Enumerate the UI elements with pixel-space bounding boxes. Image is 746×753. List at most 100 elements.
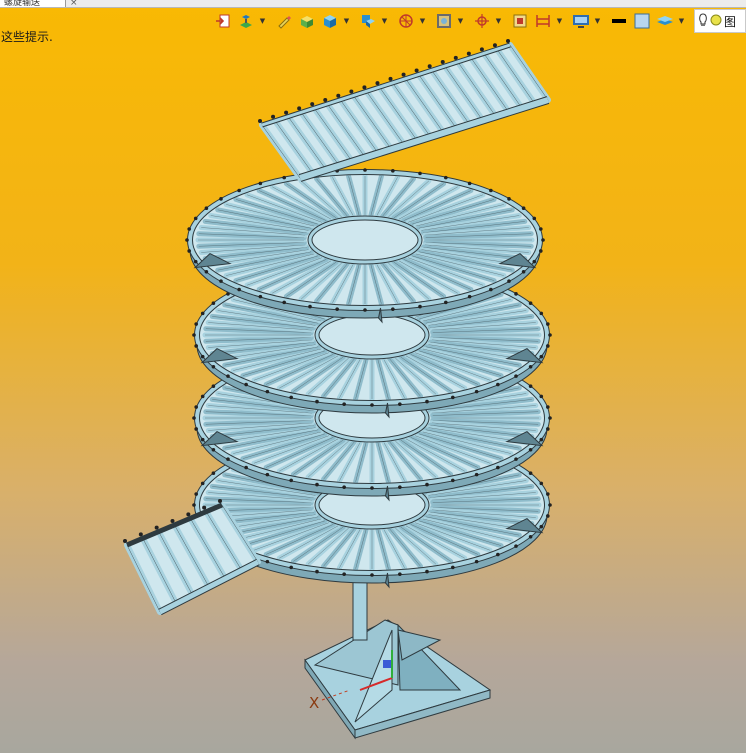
bolt <box>474 389 479 394</box>
tab-close-icon[interactable]: × <box>70 0 78 8</box>
bolt <box>336 93 341 98</box>
bolt <box>528 534 533 539</box>
axis-x-label: X <box>309 694 319 712</box>
cube-icon[interactable] <box>319 10 341 32</box>
bolt <box>289 565 293 570</box>
bolt <box>265 559 270 564</box>
bolt <box>444 300 448 305</box>
chevron-down-icon[interactable]: ▼ <box>494 10 503 32</box>
dimension-icon[interactable] <box>532 10 554 32</box>
layer-icon[interactable] <box>654 10 676 32</box>
lightbulb-icon <box>698 12 710 30</box>
bolt <box>282 175 286 180</box>
bolt <box>194 322 198 326</box>
chevron-down-icon[interactable]: ▼ <box>677 10 686 32</box>
crosshair-icon[interactable] <box>471 10 493 32</box>
bolt <box>200 311 205 316</box>
bolt <box>546 322 550 326</box>
bolt <box>370 573 374 577</box>
bolt <box>170 519 175 523</box>
bolt <box>211 384 216 389</box>
bolt <box>427 64 432 69</box>
export-icon[interactable] <box>212 10 234 32</box>
bolt <box>200 354 205 359</box>
display-icon[interactable] <box>570 10 592 32</box>
bolt <box>211 471 216 476</box>
layer-tool-icon[interactable] <box>235 10 257 32</box>
bolt <box>391 169 395 173</box>
pencil-icon[interactable] <box>273 10 295 32</box>
bolt <box>308 304 312 309</box>
bolt <box>226 457 230 461</box>
bolt <box>539 354 544 359</box>
render-mode-label: 图 <box>724 14 737 29</box>
bolt <box>528 301 533 306</box>
bolt <box>323 97 328 102</box>
chevron-down-icon[interactable]: ▼ <box>342 10 351 32</box>
select-icon[interactable] <box>509 10 531 32</box>
chevron-down-icon[interactable]: ▼ <box>418 10 427 32</box>
bolt <box>237 287 241 292</box>
bolt <box>289 478 293 483</box>
bolt <box>514 544 518 548</box>
bolt <box>548 503 552 507</box>
bolt <box>521 206 526 211</box>
bolt <box>440 60 445 65</box>
bolt <box>315 399 319 404</box>
bolt <box>398 402 402 406</box>
bolt <box>451 478 455 483</box>
bolt <box>546 514 550 518</box>
chevron-down-icon[interactable]: ▼ <box>258 10 267 32</box>
document-tab[interactable]: 螺旋输送 <box>0 0 66 7</box>
bolt <box>211 364 216 369</box>
bolt <box>388 76 393 81</box>
bolt <box>444 175 448 180</box>
box-icon[interactable] <box>296 10 318 32</box>
spiral-conveyor-model[interactable]: X <box>0 0 746 753</box>
bolt <box>194 405 198 409</box>
face-color-icon[interactable] <box>631 10 653 32</box>
bolt <box>219 197 223 201</box>
bolt <box>370 486 374 490</box>
bolt <box>315 482 319 487</box>
frame-icon[interactable] <box>433 10 455 32</box>
chevron-down-icon[interactable]: ▼ <box>555 10 564 32</box>
3d-viewport[interactable]: X 螺旋输送 × 这些提示. ▼ ▼ ▼ ▼ ▼ ▼ ▼ ▼ ▼ 图 <box>0 0 746 753</box>
bolt <box>193 259 198 264</box>
bolt <box>539 524 544 529</box>
bolt <box>489 188 493 193</box>
bolt <box>271 114 276 119</box>
chevron-down-icon[interactable]: ▼ <box>593 10 602 32</box>
bolt <box>425 569 429 574</box>
bolt <box>496 382 500 387</box>
line-color-icon[interactable] <box>608 10 630 32</box>
bolt <box>479 47 484 52</box>
bolt <box>539 311 544 316</box>
bolt <box>342 485 346 489</box>
bolt <box>528 471 533 476</box>
chevron-down-icon[interactable]: ▼ <box>456 10 465 32</box>
bolt <box>244 382 248 387</box>
bolt <box>467 294 472 299</box>
render-mode-selector[interactable]: 图 <box>694 9 746 33</box>
bolt <box>528 447 533 452</box>
bolt <box>289 395 293 400</box>
bolt <box>548 416 552 420</box>
viewport-hint: 这些提示. <box>1 30 53 44</box>
bolt <box>532 216 537 221</box>
bolt <box>398 485 402 489</box>
bolt <box>186 512 191 517</box>
bolt <box>507 279 511 283</box>
chevron-down-icon[interactable]: ▼ <box>380 10 389 32</box>
bolt <box>138 532 143 537</box>
document-tabstrip: 螺旋输送 × <box>0 0 746 8</box>
bolt <box>370 403 374 407</box>
section-wheel-icon[interactable] <box>395 10 417 32</box>
bolt <box>192 503 196 507</box>
view-icon[interactable] <box>357 10 379 32</box>
bolt <box>284 110 289 115</box>
bolt <box>258 181 263 186</box>
bolt <box>401 72 406 77</box>
bolt <box>496 552 500 557</box>
bolt <box>211 301 216 306</box>
